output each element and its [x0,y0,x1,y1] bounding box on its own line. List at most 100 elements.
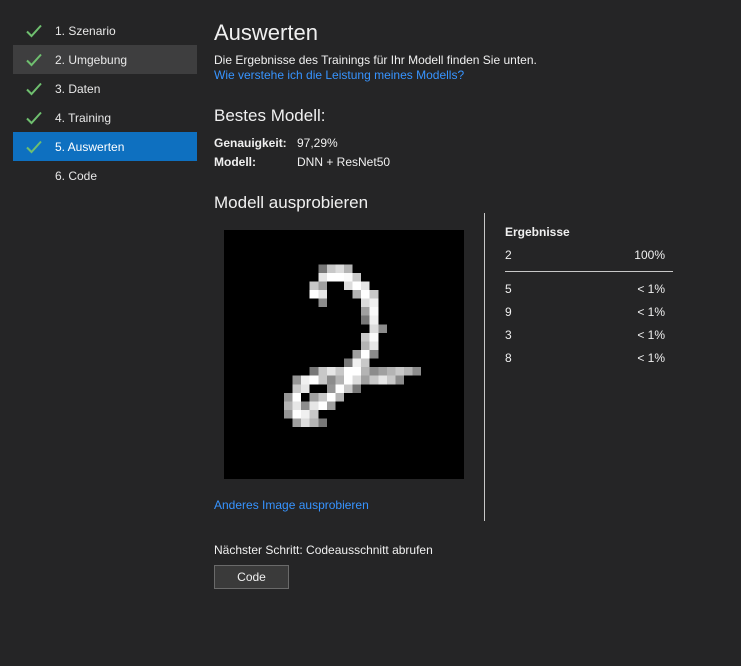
digit-pixel [326,264,336,273]
digit-pixel [369,375,379,385]
check-icon [26,111,42,125]
best-model-heading: Bestes Modell: [214,106,326,125]
results-heading: Ergebnisse [505,225,570,239]
digit-pixel [343,264,353,273]
digit-pixel [361,349,370,359]
result-value: < 1% [637,282,665,296]
result-value: 100% [634,248,665,262]
digit-pixel [403,367,413,376]
digit-pixel [292,401,302,410]
step-code[interactable]: 6. Code [13,161,197,190]
digit-pixel [335,375,344,385]
digit-pixel [378,375,387,385]
digit-pixel [335,392,344,402]
digit-pixel [326,392,336,402]
result-label: 3 [505,328,512,342]
digit-pixel [318,298,327,308]
digit-pixel [369,289,379,299]
digit-pixel [292,409,302,419]
digit-pixel [326,375,336,385]
digit-pixel [369,367,379,376]
result-row: 8 < 1% [505,351,665,365]
help-link[interactable]: Wie verstehe ich die Leistung meines Mod… [214,68,464,82]
digit-pixel [343,384,353,393]
digit-pixel [343,281,353,290]
accuracy-value: 97,29% [297,136,338,150]
result-label: 8 [505,351,512,365]
digit-pixel [318,264,327,273]
digit-pixel [412,367,422,376]
code-button[interactable]: Code [214,565,289,589]
digit-pixel [352,289,362,299]
digit-drawing [283,264,422,428]
digit-pixel [283,401,293,410]
step-label: 2. Umgebung [55,52,128,67]
digit-pixel [309,289,319,299]
result-row: 3 < 1% [505,328,665,342]
digit-pixel [352,349,362,359]
results-divider [505,271,673,272]
digit-pixel [301,401,310,410]
check-icon [26,24,42,38]
digit-pixel [309,375,319,385]
digit-pixel [309,401,319,410]
digit-pixel [326,272,336,282]
digit-pixel [386,375,396,385]
digit-pixel [386,367,396,376]
digit-pixel [318,392,327,402]
digit-pixel [309,418,319,428]
digit-pixel [395,367,404,376]
model-value: DNN + ResNet50 [297,155,391,169]
digit-pixel [301,418,310,428]
step-placeholder [26,169,42,183]
digit-pixel [326,401,336,410]
digit-pixel [318,367,327,376]
digit-pixel [352,358,362,368]
digit-pixel [361,375,370,385]
digit-pixel [326,367,336,376]
step-daten[interactable]: 3. Daten [13,74,197,103]
digit-pixel [361,307,370,316]
digit-pixel [343,367,353,376]
result-top-row: 2 100% [505,248,665,262]
result-value: < 1% [637,305,665,319]
digit-pixel [361,315,370,325]
digit-pixel [335,367,344,376]
result-value: < 1% [637,328,665,342]
digit-pixel [361,341,370,350]
other-image-link[interactable]: Anderes Image ausprobieren [214,498,369,512]
digit-pixel [292,384,302,393]
digit-pixel [361,281,370,290]
digit-pixel [361,332,370,342]
step-umgebung[interactable]: 2. Umgebung [13,45,197,74]
digit-pixel [369,332,379,342]
digit-pixel [361,367,370,376]
result-value: < 1% [637,351,665,365]
digit-pixel [369,324,379,333]
check-icon [26,140,42,154]
digit-pixel [301,409,310,419]
step-auswerten[interactable]: 5. Auswerten [13,132,197,161]
accuracy-label: Genauigkeit: [214,136,287,150]
digit-pixel [343,375,353,385]
digit-pixel [352,367,362,376]
vertical-divider [484,213,485,521]
digit-pixel [292,375,302,385]
digit-pixel [318,375,327,385]
digit-pixel [369,315,379,325]
try-model-heading: Modell ausprobieren [214,193,369,212]
digit-pixel [361,289,370,299]
digit-image [224,230,464,479]
step-training[interactable]: 4. Training [13,103,197,132]
digit-pixel [318,401,327,410]
digit-pixel [318,289,327,299]
step-label: 6. Code [55,168,98,183]
next-step-text: Nächster Schritt: Codeausschnitt abrufen [214,543,433,557]
step-szenario[interactable]: 1. Szenario [13,16,197,45]
page-title: Auswerten [214,20,318,45]
step-label: 3. Daten [55,81,101,96]
digit-pixel [318,281,327,290]
result-label: 2 [505,248,512,262]
digit-pixel [318,272,327,282]
digit-pixel [309,281,319,290]
